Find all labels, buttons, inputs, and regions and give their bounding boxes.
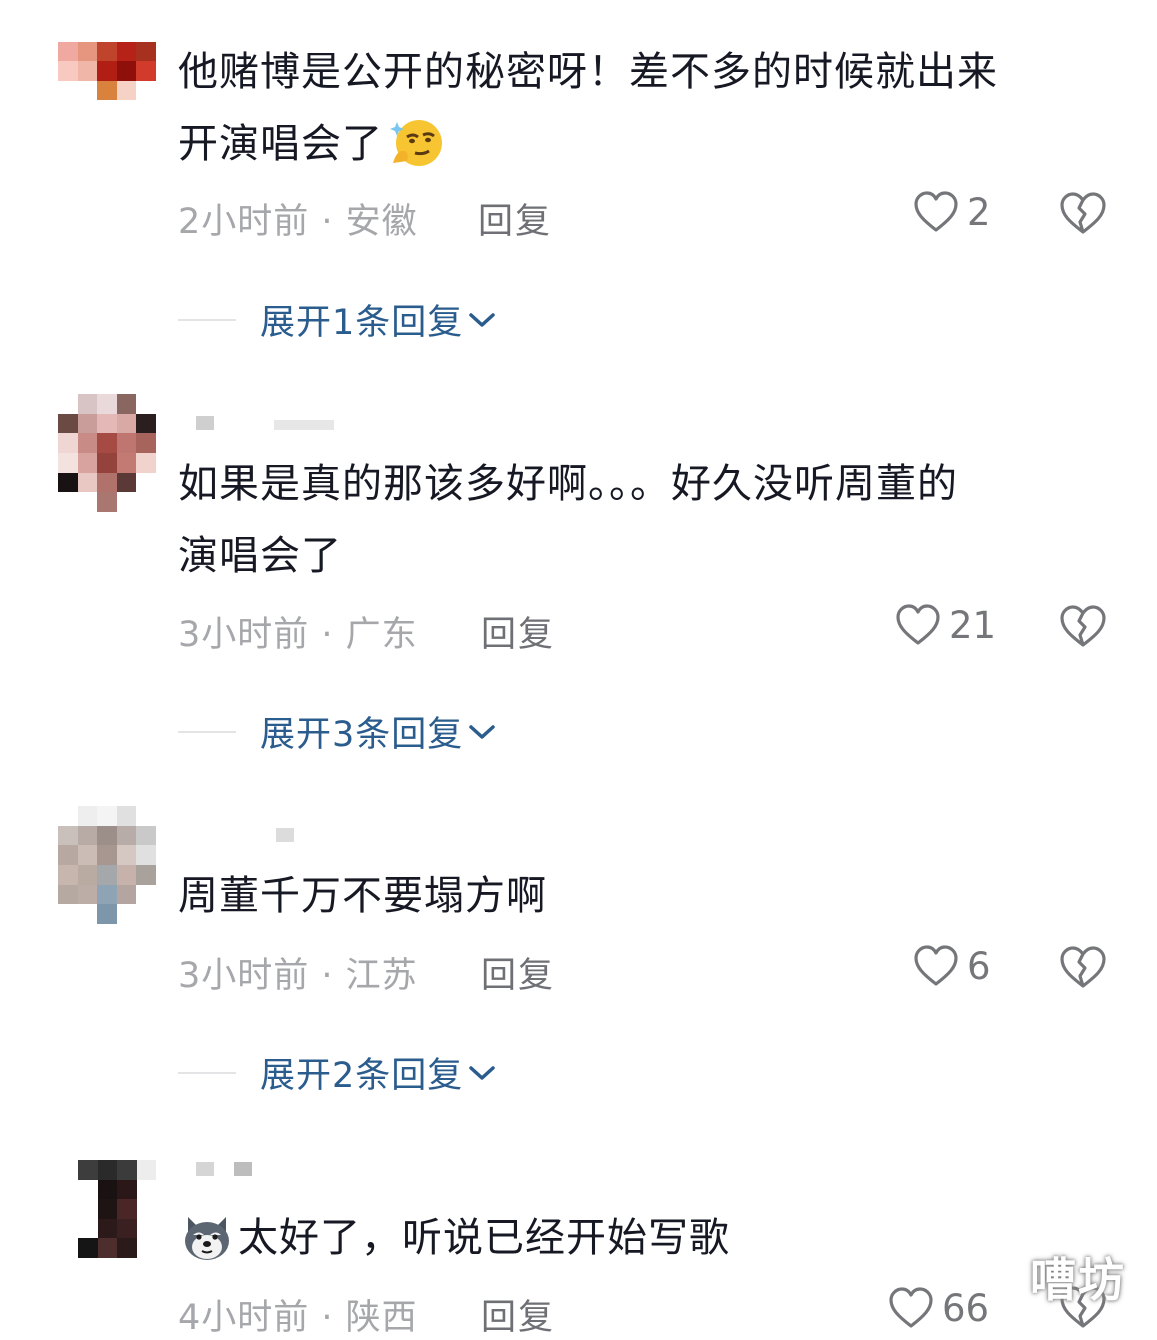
avatar[interactable] xyxy=(58,806,156,924)
thinking-face-icon xyxy=(387,117,445,169)
like-button[interactable]: 21 xyxy=(895,603,996,647)
reply-button[interactable]: 回复 xyxy=(481,1289,555,1340)
avatar[interactable] xyxy=(78,1160,156,1258)
like-button[interactable]: 6 xyxy=(913,944,991,988)
comment-meta: 3小时前 · 江苏 xyxy=(178,956,418,996)
chevron-down-icon xyxy=(469,724,496,739)
chevron-down-icon xyxy=(469,1065,496,1080)
comment-text: 他赌博是公开的秘密呀！差不多的时候就出来 开演唱会了 xyxy=(178,36,1078,180)
like-button[interactable]: 66 xyxy=(888,1286,989,1330)
heart-icon xyxy=(914,945,958,986)
username-blurred xyxy=(196,416,334,432)
reply-button[interactable]: 回复 xyxy=(481,606,555,657)
husky-dog-icon xyxy=(180,1211,234,1263)
comment-line: 开演唱会了 xyxy=(178,108,1078,180)
username-blurred xyxy=(276,828,294,844)
dislike-button[interactable] xyxy=(1058,603,1108,653)
comment-meta: 2小时前 · 安徽 xyxy=(178,202,418,242)
comment-text: 太好了，听说已经开始写歌 xyxy=(178,1202,1078,1274)
heart-icon xyxy=(896,604,940,645)
like-count: 66 xyxy=(942,1286,990,1330)
like-count: 6 xyxy=(967,944,991,988)
watermark-text: 嘈坊 xyxy=(1030,1253,1126,1307)
avatar[interactable] xyxy=(58,42,156,100)
expand-label: 展开2条回复 xyxy=(260,1056,464,1096)
broken-heart-icon xyxy=(1060,605,1106,647)
expand-label: 展开1条回复 xyxy=(260,303,464,343)
comment-text: 周董千万不要塌方啊 xyxy=(178,860,1078,932)
comment-meta: 4小时前 · 陕西 xyxy=(178,1298,418,1338)
reply-button[interactable]: 回复 xyxy=(478,193,552,244)
avatar[interactable] xyxy=(58,394,156,512)
expand-replies-button[interactable]: 展开2条回复 xyxy=(178,1047,497,1098)
divider-line xyxy=(178,1071,236,1074)
comment-line: 如果是真的那该多好啊。。。好久没听周董的 xyxy=(178,461,958,507)
divider-line xyxy=(178,318,236,321)
heart-icon xyxy=(914,191,958,232)
comment-text: 如果是真的那该多好啊。。。好久没听周董的 演唱会了 xyxy=(178,448,1078,592)
broken-heart-icon xyxy=(1060,192,1106,234)
like-count: 2 xyxy=(967,190,991,234)
heart-icon xyxy=(889,1287,933,1328)
reply-button[interactable]: 回复 xyxy=(481,947,555,998)
broken-heart-icon xyxy=(1060,946,1106,988)
username-blurred xyxy=(196,1162,252,1178)
comment-line: 他赌博是公开的秘密呀！差不多的时候就出来 xyxy=(178,49,998,95)
like-button[interactable]: 2 xyxy=(913,190,991,234)
expand-replies-button[interactable]: 展开1条回复 xyxy=(178,294,497,345)
chevron-down-icon xyxy=(469,312,496,327)
divider-line xyxy=(178,730,236,733)
dislike-button[interactable] xyxy=(1058,190,1108,240)
expand-replies-button[interactable]: 展开3条回复 xyxy=(178,706,497,757)
comment-line: 周董千万不要塌方啊 xyxy=(178,873,547,919)
dislike-button[interactable] xyxy=(1058,944,1108,994)
like-count: 21 xyxy=(949,603,997,647)
expand-label: 展开3条回复 xyxy=(260,715,464,755)
comment-line: 演唱会了 xyxy=(178,533,342,579)
comment-line: 太好了，听说已经开始写歌 xyxy=(178,1202,1078,1274)
comment-meta: 3小时前 · 广东 xyxy=(178,615,418,655)
